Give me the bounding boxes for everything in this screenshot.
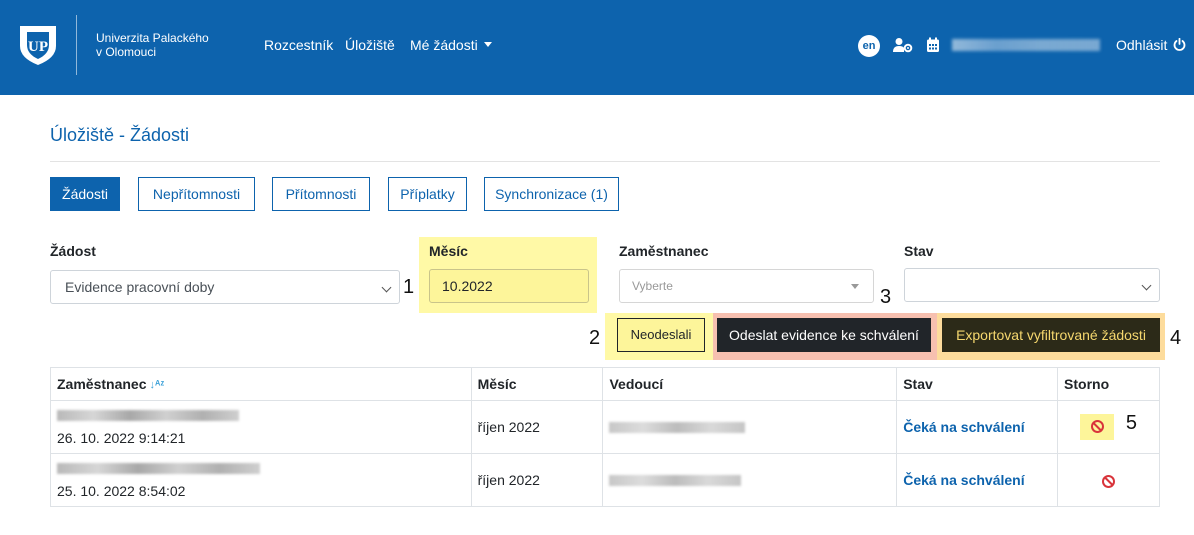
manager-name-redacted: [609, 474, 742, 486]
status-link[interactable]: Čeká na schválení: [903, 419, 1024, 435]
user-name-redacted: [952, 39, 1100, 51]
month-cell: říjen 2022: [470, 453, 604, 507]
tab-priplatky[interactable]: Příplatky: [388, 177, 467, 211]
storno-cell: 5: [1057, 400, 1160, 454]
university-logo[interactable]: UP: [18, 24, 58, 66]
month-cell: říjen 2022: [470, 400, 604, 454]
col-header-storno: Storno: [1057, 367, 1160, 401]
employee-placeholder: Vyberte: [632, 279, 673, 293]
request-type-label: Žádost: [50, 243, 96, 259]
table-row: 26. 10. 2022 9:14:21 říjen 2022 Čeká na …: [50, 400, 1160, 454]
storno-cell: [1057, 453, 1160, 507]
storno-highlight: [1080, 414, 1115, 441]
export-filtered-button[interactable]: Exportovat vyfiltrované žádosti: [942, 318, 1160, 352]
status-link[interactable]: Čeká na schválení: [903, 472, 1024, 488]
sort-alpha-icon[interactable]: ↓ᴬᶻ: [149, 379, 164, 391]
employee-select[interactable]: Vyberte: [619, 269, 874, 303]
tab-nepritomnosti[interactable]: Nepřítomnosti: [138, 177, 255, 211]
chevron-down-icon: [1141, 280, 1152, 291]
power-icon: [1173, 37, 1186, 51]
logout-label: Odhlásit: [1116, 37, 1168, 53]
title-divider: [50, 161, 1160, 162]
col-header-employee[interactable]: Zaměstnanec ↓ᴬᶻ: [50, 367, 472, 401]
employee-name-redacted: [57, 463, 260, 474]
not-sent-button[interactable]: Neodeslali: [617, 318, 705, 352]
annotation-marker-2: 2: [589, 327, 601, 349]
col-header-manager: Vedoucí: [602, 367, 898, 401]
page-title: Úložiště - Žádosti: [50, 125, 190, 145]
manager-cell: [602, 400, 898, 454]
status-label: Stav: [904, 243, 934, 259]
month-label: Měsíc: [429, 243, 468, 259]
language-switch[interactable]: en: [858, 35, 880, 57]
svg-text:UP: UP: [28, 39, 48, 55]
logout-link[interactable]: Odhlásit: [1116, 37, 1186, 53]
table-row: 25. 10. 2022 8:54:02 říjen 2022 Čeká na …: [50, 453, 1160, 507]
nav-rozcestnik[interactable]: Rozcestník: [264, 37, 333, 53]
nav-me-zadosti[interactable]: Mé žádosti: [410, 37, 492, 53]
employee-cell: 26. 10. 2022 9:14:21: [50, 400, 472, 454]
employee-cell: 25. 10. 2022 8:54:02: [50, 453, 472, 507]
university-name: Univerzita Palackého v Olomouci: [96, 31, 209, 59]
status-select[interactable]: [904, 268, 1160, 302]
requests-table: Zaměstnanec ↓ᴬᶻ Měsíc Vedoucí Stav Storno…: [50, 367, 1160, 507]
annotation-marker-3: 3: [880, 286, 892, 308]
nav-uloziste[interactable]: Úložiště: [345, 37, 395, 53]
table-header-row: Zaměstnanec ↓ᴬᶻ Měsíc Vedoucí Stav Storno: [50, 367, 1160, 401]
calendar-icon[interactable]: [926, 37, 940, 53]
manager-name-redacted: [609, 421, 746, 433]
tab-synchronizace[interactable]: Synchronizace (1): [484, 177, 619, 211]
user-cog-icon[interactable]: [893, 37, 913, 53]
employee-name-redacted: [57, 410, 239, 421]
employee-label: Zaměstnanec: [619, 243, 709, 259]
cancel-circle-icon[interactable]: [1090, 420, 1104, 434]
send-for-approval-button[interactable]: Odeslat evidence ke schválení: [717, 318, 931, 352]
annotation-marker-4: 4: [1170, 327, 1182, 349]
col-header-status: Stav: [896, 367, 1059, 401]
status-cell: Čeká na schválení: [896, 400, 1059, 454]
university-name-line2: v Olomouci: [96, 45, 157, 59]
logo-divider: [76, 15, 77, 75]
col-header-employee-label: Zaměstnanec: [57, 376, 147, 392]
request-timestamp: 26. 10. 2022 9:14:21: [57, 430, 186, 446]
request-timestamp: 25. 10. 2022 8:54:02: [57, 483, 186, 499]
manager-cell: [602, 453, 898, 507]
request-type-select[interactable]: Evidence pracovní doby: [50, 270, 400, 304]
request-type-value: Evidence pracovní doby: [65, 279, 215, 295]
nav-me-zadosti-label: Mé žádosti: [410, 37, 478, 53]
top-navbar: UP Univerzita Palackého v Olomouci Rozce…: [0, 0, 1194, 95]
caret-down-icon: [851, 284, 859, 289]
tab-zadosti[interactable]: Žádosti: [50, 177, 120, 211]
status-cell: Čeká na schválení: [896, 453, 1059, 507]
annotation-marker-5: 5: [1125, 411, 1138, 434]
chevron-down-icon: [381, 282, 392, 293]
caret-down-icon: [483, 42, 492, 47]
col-header-month: Měsíc: [470, 367, 604, 401]
cancel-circle-icon[interactable]: [1102, 474, 1116, 488]
annotation-marker-1: 1: [403, 276, 415, 298]
tab-pritomnosti[interactable]: Přítomnosti: [272, 177, 370, 211]
university-name-line1: Univerzita Palackého: [96, 31, 209, 45]
month-input[interactable]: 10.2022: [429, 269, 589, 303]
